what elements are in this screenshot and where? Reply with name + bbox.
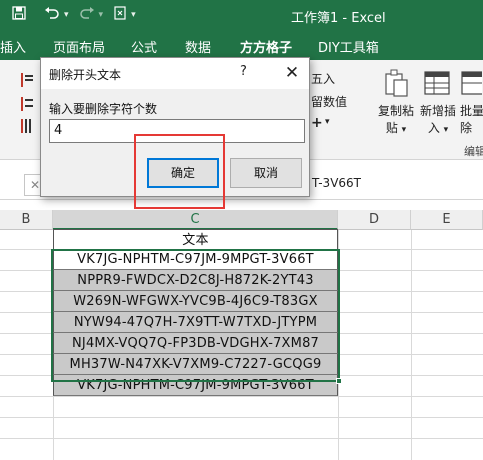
table-row[interactable]: VK7JG-NPHTM-C97JM-9MPGT-3V66T: [53, 375, 338, 396]
fill-handle[interactable]: [336, 378, 342, 384]
undo-icon[interactable]: [44, 6, 60, 24]
round-label[interactable]: 五入: [311, 70, 335, 87]
copy-paste-sub: 贴: [385, 121, 398, 135]
close-icon[interactable]: ✕: [279, 60, 305, 86]
table-row[interactable]: MH37W-N47XK-V7XM9-C7227-GCQG9: [53, 354, 338, 375]
tab-page-layout[interactable]: 页面布局: [53, 37, 105, 56]
new-insert-label: 新增插: [419, 104, 456, 118]
save-icon[interactable]: [12, 6, 26, 24]
char-count-label: 输入要删除字符个数: [49, 102, 158, 116]
tab-diy-toolbox[interactable]: DIY工具箱: [318, 37, 379, 56]
align-icon-2[interactable]: [20, 96, 34, 116]
table-row[interactable]: NJ4MX-VQQ7Q-FP3DB-VDGHX-7XM87: [53, 333, 338, 354]
column-header-e[interactable]: E: [411, 210, 483, 230]
column-header-d[interactable]: D: [338, 210, 411, 230]
help-icon[interactable]: ?: [240, 64, 247, 79]
title-bar: ▾ ▾ ▾ 工作簿1 - Excel: [0, 0, 483, 30]
redo-dropdown-icon[interactable]: ▾: [99, 10, 104, 20]
cell-header-text[interactable]: 文本: [53, 229, 338, 250]
batch-delete-sub: 除: [460, 121, 473, 135]
align-icon-1[interactable]: [20, 72, 34, 92]
delete-leading-text-dialog: 删除开头文本 ? ✕ 输入要删除字符个数 4 确定 取消: [40, 57, 310, 197]
column-header-c[interactable]: C: [53, 210, 338, 230]
undo-dropdown-icon[interactable]: ▾: [64, 10, 69, 20]
table-row[interactable]: NPPR9-FWDCX-D2C8J-H872K-2YT43: [53, 270, 338, 291]
ok-button[interactable]: 确定: [147, 158, 219, 188]
format-painter-icon[interactable]: [113, 6, 127, 24]
formula-content[interactable]: T-3V66T: [312, 176, 361, 190]
window-title: 工作簿1 - Excel: [291, 11, 386, 26]
column-header-b[interactable]: B: [0, 210, 53, 230]
tab-fangfang[interactable]: 方方格子: [240, 37, 292, 56]
copy-paste-icon: [385, 69, 408, 97]
ribbon-tabs: 插入 页面布局 公式 数据 方方格子 DIY工具箱: [0, 30, 483, 60]
new-insert-sub: 入: [427, 121, 440, 135]
table-row[interactable]: VK7JG-NPHTM-C97JM-9MPGT-3V66T: [53, 249, 338, 270]
table-row[interactable]: W269N-WFGWX-YVC9B-4J6C9-T83GX: [53, 291, 338, 312]
copy-paste-label: 复制粘: [377, 104, 414, 118]
plus-icon[interactable]: +: [311, 115, 323, 131]
copy-paste-button[interactable]: 复制粘 贴 ▾: [374, 68, 418, 139]
batch-delete-label: 批量: [460, 104, 483, 118]
gridline: [0, 417, 483, 418]
gridline: [338, 230, 339, 460]
gridline: [411, 230, 412, 460]
tab-data[interactable]: 数据: [185, 37, 211, 56]
quick-access-toolbar: ▾ ▾ ▾: [12, 0, 146, 30]
dialog-title: 删除开头文本: [49, 68, 122, 82]
cancel-button[interactable]: 取消: [230, 158, 302, 188]
tab-formulas[interactable]: 公式: [131, 37, 157, 56]
table-row[interactable]: NYW94-47Q7H-7X9TT-W7TXD-JTYPM: [53, 312, 338, 333]
batch-delete-icon: [461, 71, 483, 95]
keep-value-label[interactable]: 留数值: [311, 93, 347, 110]
gridline: [0, 396, 483, 397]
batch-delete-button[interactable]: 批量 除: [460, 68, 483, 137]
plus-dropdown-icon[interactable]: ▾: [325, 117, 330, 127]
redo-icon[interactable]: [79, 6, 95, 24]
gridline: [0, 438, 483, 439]
new-insert-button[interactable]: 新增插 入 ▾: [416, 68, 460, 139]
group-edit-label: 编辑: [464, 145, 483, 158]
table-insert-icon: [424, 71, 450, 95]
char-count-input[interactable]: 4: [49, 119, 305, 143]
customize-qat-icon[interactable]: ▾: [131, 10, 136, 20]
tab-insert[interactable]: 插入: [0, 37, 26, 56]
align-icon-3[interactable]: [20, 118, 34, 138]
dialog-titlebar[interactable]: 删除开头文本 ? ✕: [41, 58, 309, 89]
